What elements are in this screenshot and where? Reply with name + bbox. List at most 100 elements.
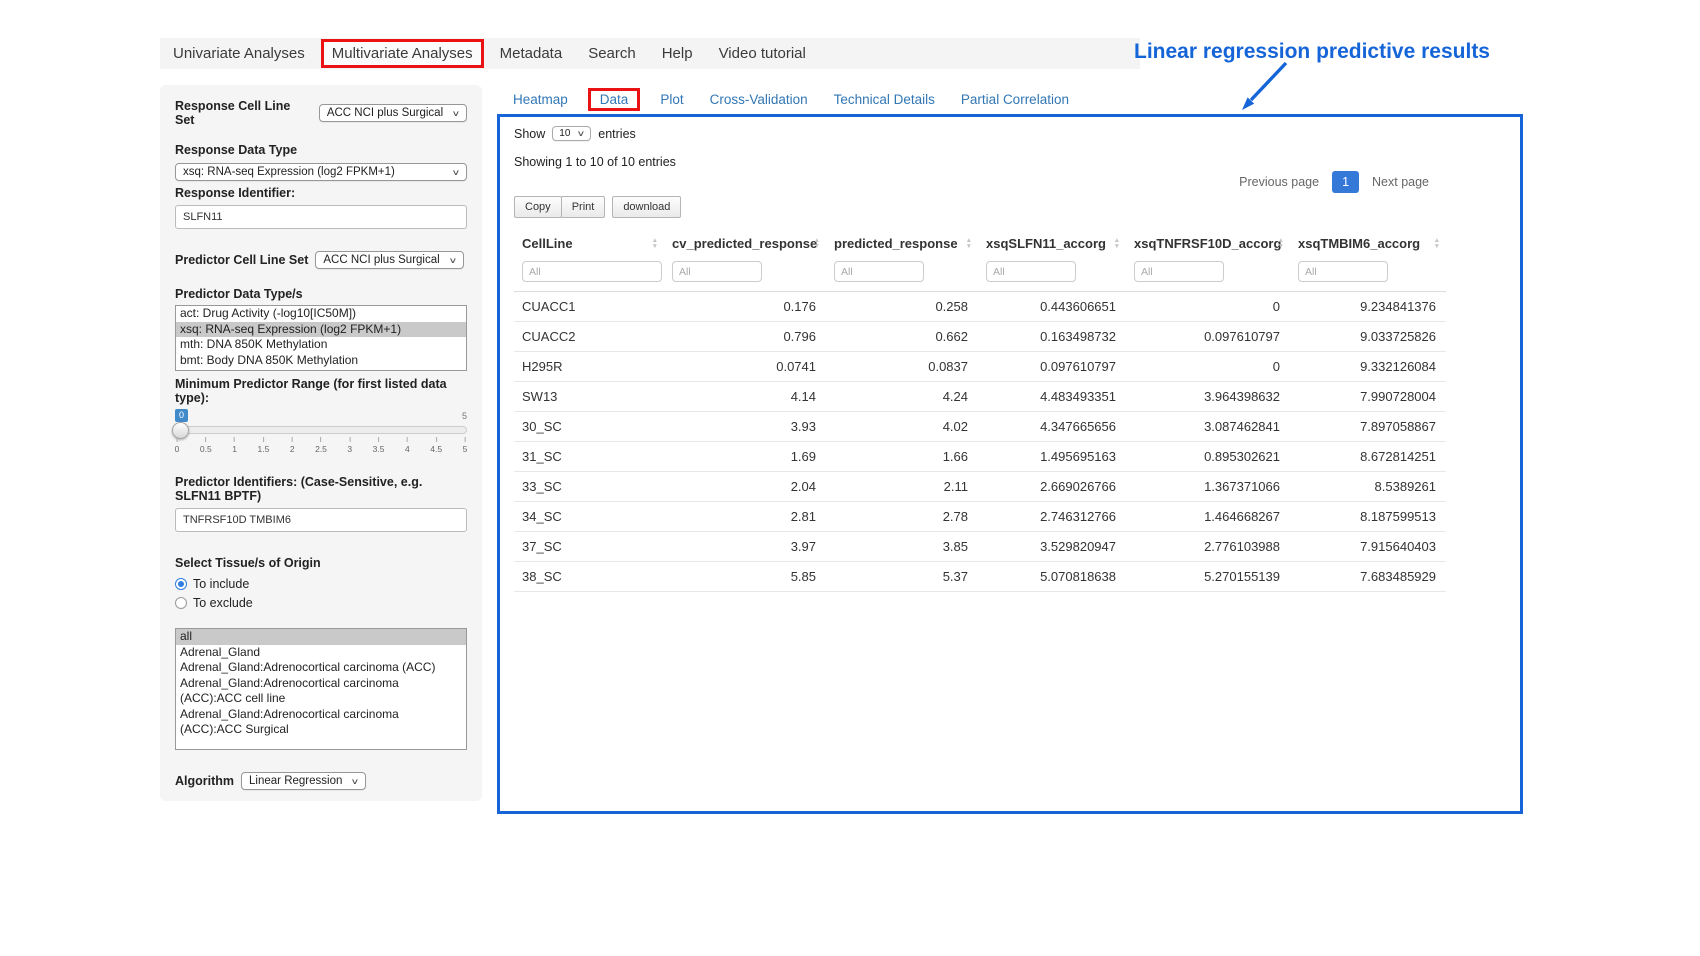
cell-line-cell: 31_SC <box>514 442 664 472</box>
download-button[interactable]: download <box>612 196 681 218</box>
predictor-cell-line-set-label: Predictor Cell Line Set <box>175 253 308 267</box>
tab-heatmap[interactable]: Heatmap <box>513 92 568 107</box>
predictor-identifiers-label: Predictor Identifiers: (Case-Sensitive, … <box>175 475 467 503</box>
column-header-cellline[interactable]: CellLine▲▼ <box>514 228 664 259</box>
nav-item-univariate-analyses[interactable]: Univariate Analyses <box>160 40 318 67</box>
entries-select[interactable]: 10 ∨ <box>552 126 591 141</box>
nav-item-multivariate-analyses[interactable]: Multivariate Analyses <box>321 39 484 68</box>
value-cell: 5.37 <box>826 562 978 592</box>
sort-descending-icon: ▼ <box>652 244 658 250</box>
pagination: Previous page 1 Next page <box>1230 170 1438 194</box>
next-page-button[interactable]: Next page <box>1363 170 1438 194</box>
slider-track[interactable] <box>175 426 467 434</box>
value-cell: 0.895302621 <box>1126 442 1290 472</box>
nav-item-help[interactable]: Help <box>649 40 706 67</box>
table-row: CUACC10.1760.2580.44360665109.234841376 <box>514 292 1446 322</box>
sort-icon: ▲▼ <box>1434 238 1440 250</box>
filter-input-xsqslfn11-accorg[interactable] <box>986 261 1076 282</box>
column-header-xsqtmbim6-accorg[interactable]: xsqTMBIM6_accorg▲▼ <box>1290 228 1446 259</box>
predictor-data-type-option[interactable]: bmt: Body DNA 850K Methylation <box>176 353 466 369</box>
value-cell: 1.66 <box>826 442 978 472</box>
filter-input-xsqtmbim6-accorg[interactable] <box>1298 261 1388 282</box>
value-cell: 3.529820947 <box>978 532 1126 562</box>
tab-data[interactable]: Data <box>588 88 641 111</box>
slider-tick: 5 <box>463 437 468 454</box>
value-cell: 0.796 <box>664 322 826 352</box>
response-cell-line-set-label: Response Cell Line Set <box>175 99 312 127</box>
nav-item-search[interactable]: Search <box>575 40 649 67</box>
value-cell: 7.897058867 <box>1290 412 1446 442</box>
tick-label: 3 <box>347 444 352 454</box>
tick-mark <box>292 437 293 442</box>
nav-item-metadata[interactable]: Metadata <box>487 40 576 67</box>
table-buttons: CopyPrint download <box>514 196 1506 218</box>
value-cell: 3.97 <box>664 532 826 562</box>
algorithm-select[interactable]: Linear Regression ∨ <box>241 772 366 790</box>
value-cell: 0.443606651 <box>978 292 1126 322</box>
table-header-row: CellLine▲▼cv_predicted_response▲▼predict… <box>514 228 1446 259</box>
value-cell: 0.176 <box>664 292 826 322</box>
tissue-list: allAdrenal_GlandAdrenal_Gland:Adrenocort… <box>175 628 467 750</box>
tab-plot[interactable]: Plot <box>660 92 683 107</box>
sort-descending-icon: ▼ <box>966 244 972 250</box>
filter-cell <box>1290 259 1446 292</box>
filter-input-cellline[interactable] <box>522 261 662 282</box>
tissue-option[interactable]: Adrenal_Gland:Adrenocortical carcinoma (… <box>176 676 466 707</box>
filter-input-predicted-response[interactable] <box>834 261 924 282</box>
selected-value: Linear Regression <box>249 775 342 787</box>
table-row: 38_SC5.855.375.0708186385.2701551397.683… <box>514 562 1446 592</box>
predictor-data-type-option[interactable]: mth: DNA 850K Methylation <box>176 337 466 353</box>
tab-cross-validation[interactable]: Cross-Validation <box>710 92 808 107</box>
tab-technical-details[interactable]: Technical Details <box>834 92 935 107</box>
response-data-type-select[interactable]: xsq: RNA-seq Expression (log2 FPKM+1) ∨ <box>175 163 467 181</box>
predictor-data-type-option[interactable]: xsq: RNA-seq Expression (log2 FPKM+1) <box>176 322 466 338</box>
tissue-option[interactable]: Adrenal_Gland:Adrenocortical carcinoma (… <box>176 707 466 738</box>
filter-input-xsqtnfrsf10d-accorg[interactable] <box>1134 261 1224 282</box>
sidebar-panel: Response Cell Line Set ACC NCI plus Surg… <box>160 85 482 801</box>
response-identifier-input[interactable] <box>175 205 467 229</box>
tick-label: 2 <box>290 444 295 454</box>
response-cell-line-set-select[interactable]: ACC NCI plus Surgical ∨ <box>319 104 467 122</box>
value-cell: 9.234841376 <box>1290 292 1446 322</box>
column-header-xsqtnfrsf10d-accorg[interactable]: xsqTNFRSF10D_accorg▲▼ <box>1126 228 1290 259</box>
predictor-cell-line-set-select[interactable]: ACC NCI plus Surgical ∨ <box>315 251 463 269</box>
value-cell: 0.163498732 <box>978 322 1126 352</box>
nav-item-video-tutorial[interactable]: Video tutorial <box>706 40 819 67</box>
value-cell: 8.187599513 <box>1290 502 1446 532</box>
column-header-xsqslfn11-accorg[interactable]: xsqSLFN11_accorg▲▼ <box>978 228 1126 259</box>
filter-input-cv-predicted-response[interactable] <box>672 261 762 282</box>
filter-cell <box>978 259 1126 292</box>
slider-max-label: 5 <box>462 411 467 421</box>
value-cell: 2.04 <box>664 472 826 502</box>
cell-line-cell: SW13 <box>514 382 664 412</box>
tab-partial-correlation[interactable]: Partial Correlation <box>961 92 1069 107</box>
tick-label: 2.5 <box>315 444 327 454</box>
tick-label: 0.5 <box>200 444 212 454</box>
value-cell: 3.087462841 <box>1126 412 1290 442</box>
tissue-radio-to-include[interactable]: To include <box>175 577 467 591</box>
previous-page-button[interactable]: Previous page <box>1230 170 1328 194</box>
copy-button[interactable]: Copy <box>514 196 562 218</box>
tissue-option[interactable]: Adrenal_Gland:Adrenocortical carcinoma (… <box>176 660 466 676</box>
column-header-cv-predicted-response[interactable]: cv_predicted_response▲▼ <box>664 228 826 259</box>
tissue-option[interactable]: Adrenal_Gland <box>176 645 466 661</box>
tissue-option[interactable]: all <box>176 629 466 645</box>
table-row: 30_SC3.934.024.3476656563.0874628417.897… <box>514 412 1446 442</box>
slider-grid: 00.511.522.533.544.55 <box>177 437 465 463</box>
slider-tick: 4 <box>405 437 410 454</box>
predictor-identifiers-input[interactable] <box>175 508 467 532</box>
slider-tick: 1.5 <box>257 437 269 454</box>
column-header-predicted-response[interactable]: predicted_response▲▼ <box>826 228 978 259</box>
current-page-button[interactable]: 1 <box>1332 171 1359 193</box>
value-cell: 9.033725826 <box>1290 322 1446 352</box>
value-cell: 7.990728004 <box>1290 382 1446 412</box>
tissue-radio-to-exclude[interactable]: To exclude <box>175 596 467 610</box>
value-cell: 1.69 <box>664 442 826 472</box>
predictor-data-type-option[interactable]: act: Drug Activity (-log10[IC50M]) <box>176 306 466 322</box>
tick-mark <box>263 437 264 442</box>
print-button[interactable]: Print <box>561 196 606 218</box>
tick-mark <box>205 437 206 442</box>
min-predictor-range-label: Minimum Predictor Range (for first liste… <box>175 377 467 405</box>
tick-mark <box>234 437 235 442</box>
value-cell: 3.85 <box>826 532 978 562</box>
